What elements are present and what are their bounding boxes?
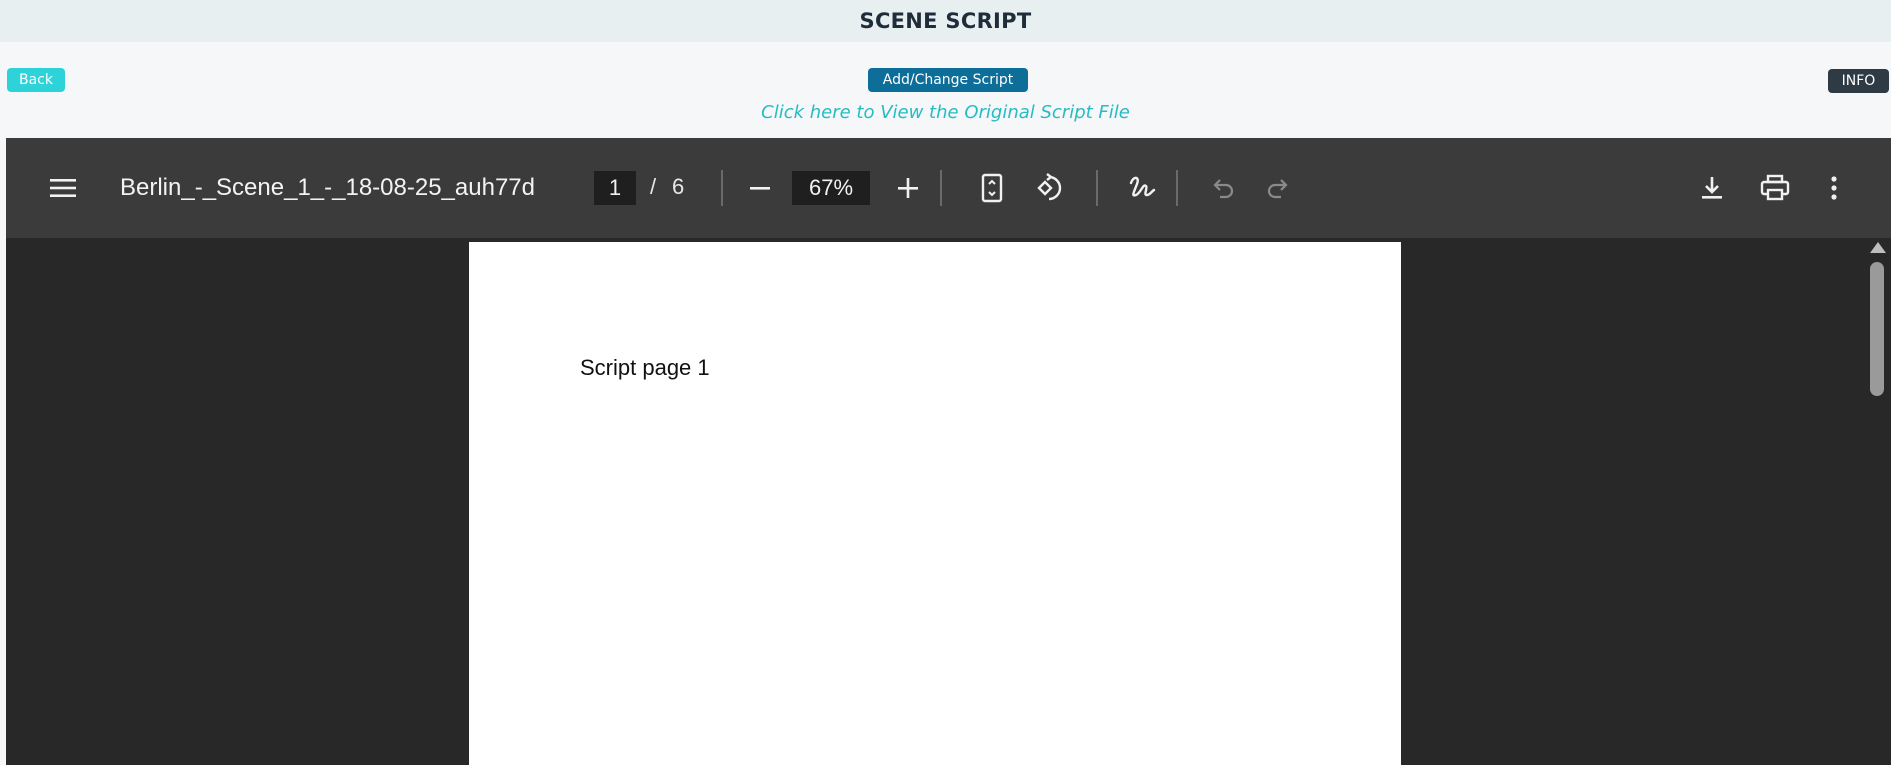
back-button[interactable]: Back (7, 68, 65, 92)
title-bar: SCENE SCRIPT (0, 0, 1891, 42)
pdf-viewer: Berlin_-_Scene_1_-_18-08-25_auh77d / 6 (6, 138, 1891, 765)
toolbar-divider (1176, 170, 1178, 206)
toolbar-divider (940, 170, 942, 206)
scrollbar-thumb[interactable] (1870, 262, 1884, 396)
undo-icon[interactable] (1209, 174, 1237, 202)
more-icon[interactable] (1824, 172, 1844, 204)
page-number-input[interactable] (594, 171, 636, 205)
annotate-icon[interactable] (1126, 172, 1158, 204)
download-icon[interactable] (1696, 172, 1728, 204)
page-separator: / (650, 174, 657, 199)
toolbar-divider (721, 170, 723, 206)
info-button[interactable]: INFO (1828, 69, 1889, 93)
document-title: Berlin_-_Scene_1_-_18-08-25_auh77d (120, 174, 535, 201)
redo-icon[interactable] (1264, 174, 1292, 202)
page-text: Script page 1 (580, 355, 710, 380)
toolbar-divider (1096, 170, 1098, 206)
action-bar: Back Add/Change Script INFO Click here t… (0, 42, 1891, 138)
fit-page-icon[interactable] (978, 172, 1006, 204)
menu-icon[interactable] (48, 174, 78, 202)
page-total: 6 (672, 174, 685, 199)
add-change-script-button[interactable]: Add/Change Script (868, 68, 1028, 92)
zoom-out-icon[interactable] (746, 174, 774, 202)
view-original-script-link[interactable]: Click here to View the Original Script F… (0, 102, 1891, 123)
vertical-scrollbar[interactable] (1866, 240, 1888, 765)
pdf-page: Script page 1 (469, 242, 1401, 765)
pdf-toolbar: Berlin_-_Scene_1_-_18-08-25_auh77d / 6 (6, 138, 1891, 238)
zoom-in-icon[interactable] (894, 174, 922, 202)
rotate-icon[interactable] (1035, 171, 1067, 203)
zoom-level-input[interactable] (792, 171, 870, 205)
page-title: SCENE SCRIPT (859, 9, 1032, 33)
scroll-up-icon[interactable] (1870, 242, 1886, 253)
print-icon[interactable] (1758, 172, 1792, 204)
